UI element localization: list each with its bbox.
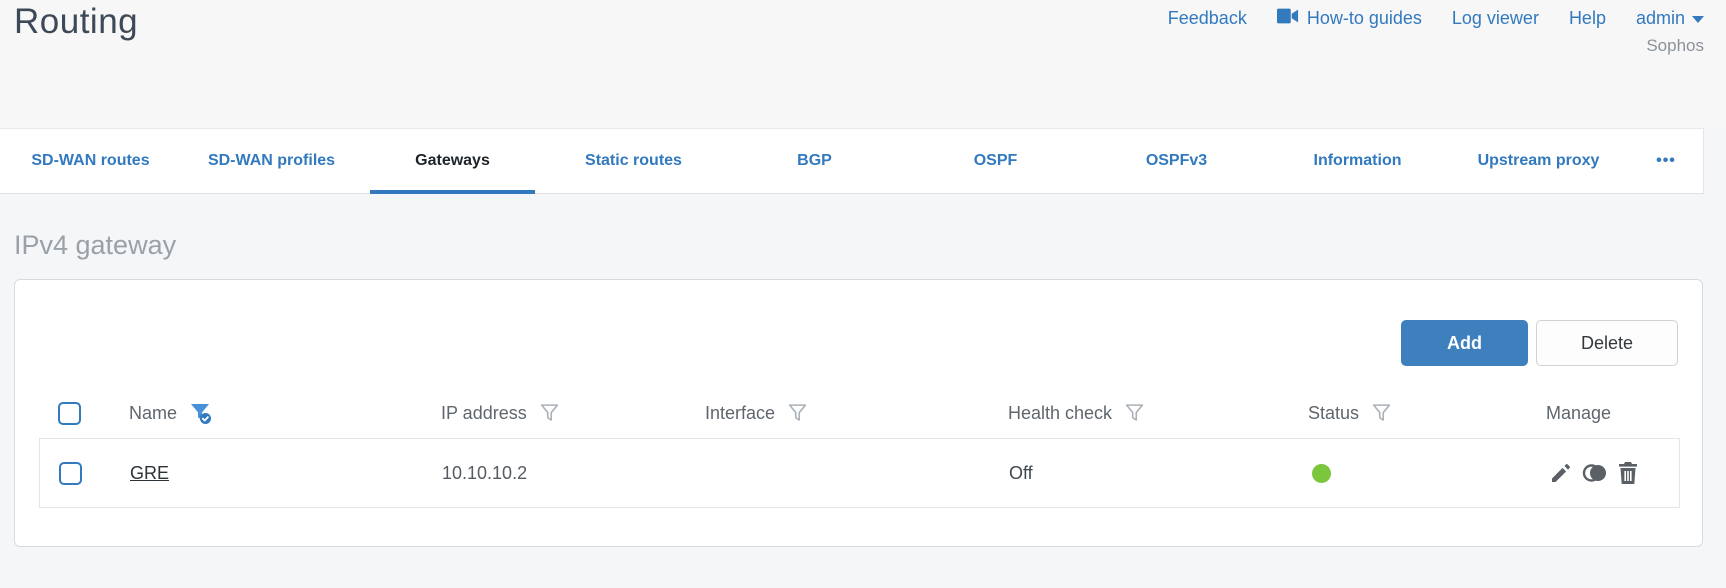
tab-information[interactable]: Information — [1267, 129, 1448, 193]
tab-sdwan-profiles[interactable]: SD-WAN profiles — [181, 129, 362, 193]
log-viewer-link[interactable]: Log viewer — [1452, 8, 1539, 29]
user-menu-label: admin — [1635, 8, 1685, 28]
page-header: Routing Feedback How-to guides Log viewe… — [0, 0, 1726, 128]
tab-bar: SD-WAN routes SD-WAN profiles Gateways S… — [0, 128, 1704, 194]
gateway-table: Name IP address Interface Health check S… — [39, 388, 1680, 508]
filter-active-icon[interactable] — [189, 401, 213, 425]
feedback-link-label: Feedback — [1167, 8, 1247, 28]
column-header-health: Health check — [1008, 402, 1308, 424]
gateway-table-card: Add Delete Name IP address Interface Hea… — [14, 279, 1703, 547]
column-header-status: Status — [1308, 402, 1546, 424]
delete-button[interactable]: Delete — [1536, 320, 1678, 366]
feedback-link[interactable]: Feedback — [1168, 8, 1247, 29]
column-manage-label: Manage — [1546, 402, 1612, 423]
select-all-checkbox[interactable] — [58, 401, 81, 425]
delete-trash-icon[interactable] — [1617, 461, 1639, 485]
column-interface-label: Interface — [705, 402, 776, 423]
help-label: Help — [1568, 8, 1606, 28]
tab-sdwan-routes[interactable]: SD-WAN routes — [0, 129, 181, 193]
filter-icon[interactable] — [1371, 402, 1392, 424]
tab-ospfv3[interactable]: OSPFv3 — [1086, 129, 1267, 193]
table-header-row: Name IP address Interface Health check S… — [39, 388, 1680, 438]
row-checkbox[interactable] — [59, 461, 82, 485]
column-header-manage: Manage — [1546, 403, 1680, 424]
column-name-label: Name — [129, 402, 178, 423]
gateway-health-cell: Off — [1009, 462, 1033, 483]
select-all-cell — [39, 401, 129, 425]
column-header-name: Name — [129, 401, 441, 425]
add-button[interactable]: Add — [1401, 320, 1528, 366]
row-select-cell — [40, 461, 130, 485]
section-heading: IPv4 gateway — [14, 230, 177, 260]
brand-label: Sophos — [1646, 36, 1704, 55]
tab-static-routes[interactable]: Static routes — [543, 129, 724, 193]
column-header-ip: IP address — [441, 402, 705, 424]
gateway-name-cell: GRE — [130, 463, 442, 484]
table-toolbar: Add Delete — [15, 280, 1702, 366]
gateway-ip-cell: 10.10.10.2 — [442, 462, 528, 483]
edit-pencil-icon[interactable] — [1549, 461, 1573, 485]
tab-ospf[interactable]: OSPF — [905, 129, 1086, 193]
help-link[interactable]: Help — [1569, 8, 1606, 29]
tab-more-ellipsis[interactable]: ••• — [1629, 129, 1703, 193]
table-row: GRE 10.10.10.2 Off — [39, 438, 1680, 508]
top-navigation: Feedback How-to guides Log viewer Help a… — [1168, 8, 1704, 29]
video-camera-icon — [1276, 8, 1299, 29]
gateway-status-cell — [1309, 463, 1547, 483]
status-indicator-green — [1312, 463, 1331, 483]
column-health-label: Health check — [1008, 402, 1113, 423]
filter-icon[interactable] — [1124, 402, 1145, 424]
tab-gateways[interactable]: Gateways — [362, 129, 543, 194]
howto-guides-label: How-to guides — [1306, 8, 1422, 28]
tab-bgp[interactable]: BGP — [724, 129, 905, 193]
page-title: Routing — [14, 2, 139, 41]
clone-icon[interactable] — [1582, 461, 1608, 485]
filter-icon[interactable] — [539, 402, 560, 424]
tab-upstream-proxy[interactable]: Upstream proxy — [1448, 129, 1629, 193]
log-viewer-label: Log viewer — [1451, 8, 1539, 28]
gateway-name-link[interactable]: GRE — [130, 463, 169, 483]
user-menu[interactable]: admin — [1636, 8, 1704, 29]
column-header-interface: Interface — [705, 402, 1008, 424]
main-content: IPv4 gateway Add Delete Name IP address … — [0, 230, 1726, 547]
filter-icon[interactable] — [787, 402, 808, 424]
gateway-manage-cell — [1547, 461, 1679, 485]
chevron-down-icon — [1692, 16, 1704, 23]
howto-guides-link[interactable]: How-to guides — [1276, 8, 1422, 29]
column-ip-label: IP address — [441, 402, 527, 423]
column-status-label: Status — [1308, 402, 1360, 423]
